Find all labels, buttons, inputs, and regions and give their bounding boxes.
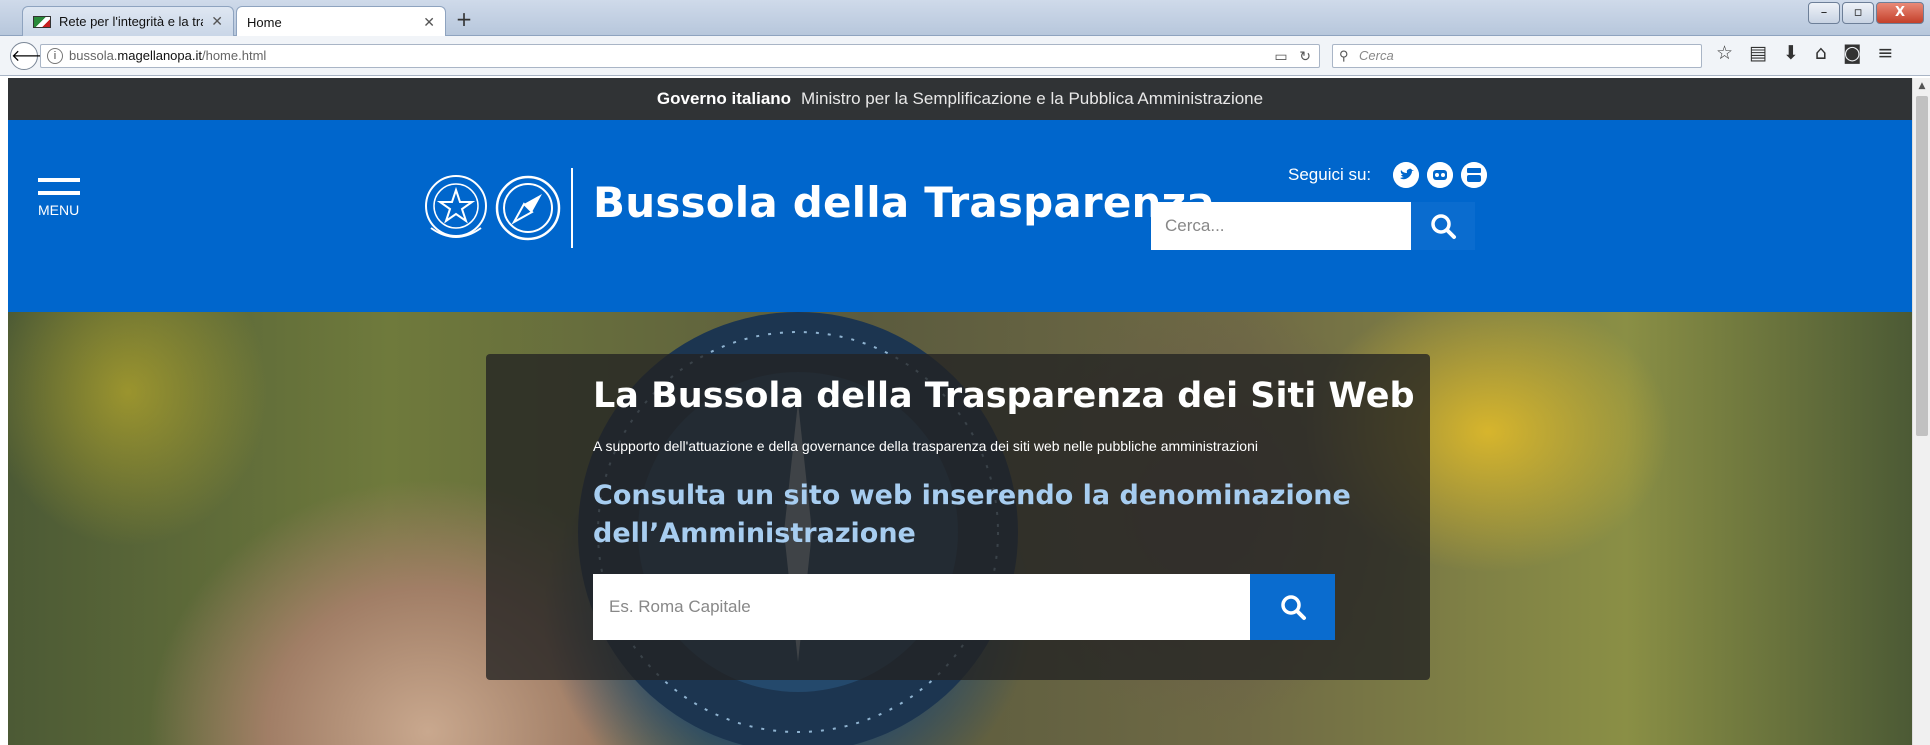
browser-tab-rete[interactable]: Rete per l'integrità e la tras... ✕ <box>22 6 234 36</box>
browser-search-bar[interactable]: ⚲ Cerca <box>1332 44 1702 68</box>
download-icon[interactable]: ⬇ <box>1783 42 1799 64</box>
hero-title: La Bussola della Trasparenza dei Siti We… <box>593 376 1415 416</box>
browser-tab-home[interactable]: Home ✕ <box>236 6 446 37</box>
flickr-icon[interactable] <box>1427 162 1454 188</box>
reader-view-icon[interactable]: ▭ <box>1274 48 1287 64</box>
hero-subtitle: A supporto dell'attuazione e della gover… <box>593 438 1258 454</box>
browser-nav-bar: 🡐 i bussola.magellanopa.it/home.html ▭ ↻… <box>0 36 1930 76</box>
close-window-button[interactable]: X <box>1876 2 1924 24</box>
menu-button[interactable]: MENU <box>38 178 88 218</box>
page-viewport: Governo italiano Ministro per la Semplifi… <box>8 78 1912 745</box>
twitter-icon[interactable] <box>1393 162 1420 188</box>
pocket-icon[interactable]: ◙ <box>1843 42 1861 64</box>
hamburger-menu-icon[interactable]: ≡ <box>1877 42 1893 64</box>
ministry-link[interactable]: Ministro per la Semplificazione e la Pub… <box>801 89 1263 108</box>
window-controls: – ▫ X <box>1808 2 1924 24</box>
close-tab-icon[interactable]: ✕ <box>211 13 223 30</box>
new-tab-button[interactable]: + <box>450 8 478 32</box>
administration-search-button[interactable] <box>1250 574 1335 640</box>
close-tab-icon[interactable]: ✕ <box>423 14 435 31</box>
url-host: magellanopa.it <box>117 48 202 63</box>
flag-icon <box>33 15 51 28</box>
administration-search-input[interactable] <box>593 574 1250 640</box>
government-brand[interactable]: Governo italiano <box>657 89 791 108</box>
bookmarks-list-icon[interactable]: ▤ <box>1749 42 1767 64</box>
url-bar[interactable]: i bussola.magellanopa.it/home.html ▭ ↻ <box>40 44 1320 68</box>
menu-label: MENU <box>38 202 80 218</box>
tab-title: Home <box>247 14 282 30</box>
search-icon <box>1431 214 1456 239</box>
header-search-input[interactable] <box>1151 202 1411 250</box>
header-search-button[interactable] <box>1411 202 1475 250</box>
hamburger-icon-line <box>38 191 80 195</box>
bookmark-star-icon[interactable]: ☆ <box>1716 42 1733 64</box>
search-icon: ⚲ <box>1339 48 1349 63</box>
reload-icon[interactable]: ↻ <box>1299 48 1311 64</box>
social-links: Seguici su: <box>1288 162 1488 188</box>
compass-logo-icon[interactable] <box>494 174 562 242</box>
scroll-up-icon[interactable]: ▲ <box>1913 78 1930 94</box>
url-path: /home.html <box>201 48 267 63</box>
tab-title: Rete per l'integrità e la tras... <box>59 14 203 29</box>
browser-toolbar: ☆ ▤ ⬇ ⌂ ◙ ≡ <box>1716 42 1893 64</box>
youtube-icon[interactable] <box>1461 162 1488 188</box>
browser-search-placeholder: Cerca <box>1359 48 1394 63</box>
search-icon <box>1280 595 1306 620</box>
info-icon[interactable]: i <box>47 48 63 64</box>
page-scrollbar[interactable]: ▲ <box>1912 78 1930 745</box>
scrollbar-thumb[interactable] <box>1916 96 1928 436</box>
minimize-button[interactable]: – <box>1808 2 1840 24</box>
home-icon[interactable]: ⌂ <box>1815 42 1827 64</box>
republic-emblem-icon[interactable] <box>421 168 491 248</box>
maximize-button[interactable]: ▫ <box>1842 2 1874 24</box>
url-tools: ▭ ↻ <box>1274 45 1311 67</box>
site-header: MENU Bussola della Trasparenza Seguici s… <box>8 120 1912 312</box>
site-title[interactable]: Bussola della Trasparenza <box>593 178 1215 227</box>
hero-section: La Bussola della Trasparenza dei Siti We… <box>8 312 1912 745</box>
government-bar: Governo italiano Ministro per la Semplifi… <box>8 78 1912 120</box>
hamburger-icon <box>38 178 80 182</box>
url-subdomain: bussola. <box>69 48 118 63</box>
back-button[interactable]: 🡐 <box>10 42 54 70</box>
logo-separator <box>571 168 573 248</box>
social-label: Seguici su: <box>1288 165 1372 184</box>
hero-lead-text: Consulta un sito web inserendo la denomi… <box>593 480 1351 549</box>
browser-tab-bar: Rete per l'integrità e la tras... ✕ Home… <box>0 0 1930 37</box>
